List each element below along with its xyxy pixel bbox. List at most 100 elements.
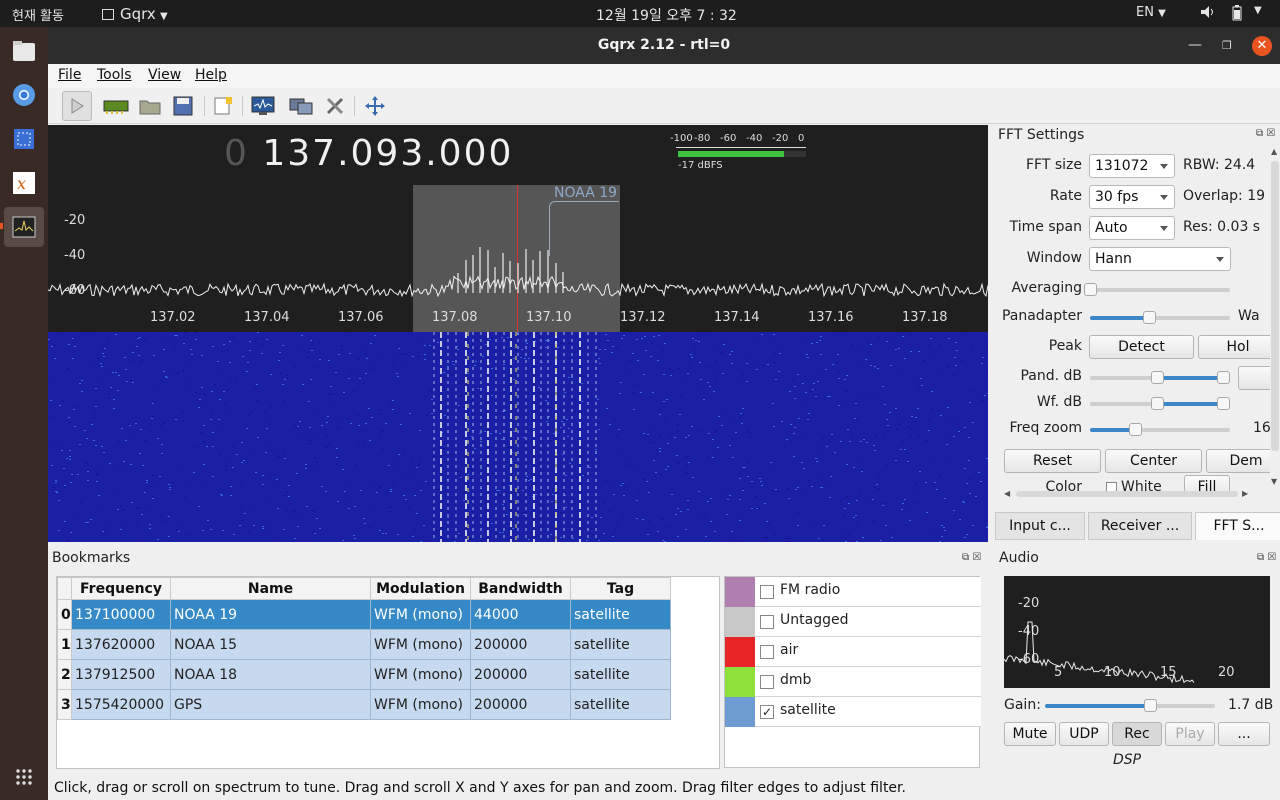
cell-bandwidth[interactable]: 200000: [470, 659, 571, 690]
start-dsp-button[interactable]: [62, 91, 92, 121]
play-button[interactable]: Play: [1165, 722, 1215, 746]
cell-name[interactable]: GPS: [170, 689, 371, 720]
table-row[interactable]: 0 137100000 NOAA 19 WFM (mono) 44000 sat…: [57, 599, 671, 630]
fullscreen-icon[interactable]: [362, 93, 388, 119]
bookmark-icon[interactable]: [210, 93, 236, 119]
peak-hold-button[interactable]: Hol: [1198, 335, 1270, 359]
cell-modulation[interactable]: WFM (mono): [370, 599, 471, 630]
reset-button[interactable]: Reset: [1004, 449, 1101, 473]
tag-item-dmb[interactable]: dmb: [725, 667, 981, 697]
peak-detect-button[interactable]: Detect: [1089, 335, 1194, 359]
dock-float-close-icons[interactable]: ⧉ ☒: [1256, 128, 1275, 139]
cell-modulation[interactable]: WFM (mono): [370, 629, 471, 660]
slider-handle-low[interactable]: [1151, 371, 1165, 384]
waterfall-db-range-slider[interactable]: [1090, 397, 1230, 410]
cell-bandwidth[interactable]: 200000: [470, 629, 571, 660]
cell-tag[interactable]: satellite: [570, 689, 671, 720]
column-header-bandwidth[interactable]: Bandwidth: [470, 577, 571, 600]
window-titlebar[interactable]: Gqrx 2.12 - rtl=0 — ❐ ✕: [48, 27, 1280, 64]
clock[interactable]: 12월 19일 오후 7 : 32: [596, 5, 737, 25]
menu-help[interactable]: Help: [195, 67, 227, 83]
column-header-tag[interactable]: Tag: [570, 577, 671, 600]
cell-tag[interactable]: satellite: [570, 599, 671, 630]
table-row[interactable]: 2 137912500 NOAA 18 WFM (mono) 200000 sa…: [57, 659, 671, 690]
tag-checkbox[interactable]: [760, 585, 774, 599]
scroll-left-icon[interactable]: ◀: [1004, 489, 1010, 498]
panadapter-slider[interactable]: [1090, 311, 1230, 324]
tag-item-untagged[interactable]: Untagged: [725, 607, 981, 637]
lock-db-button[interactable]: [1238, 366, 1270, 390]
menu-file[interactable]: File: [58, 67, 81, 83]
tab-receiver-options[interactable]: Receiver ...: [1088, 512, 1192, 540]
cell-frequency[interactable]: 137100000: [71, 599, 171, 630]
slider-handle-high[interactable]: [1217, 397, 1230, 410]
tab-fft-settings[interactable]: FFT S...: [1195, 512, 1280, 540]
cell-modulation[interactable]: WFM (mono): [370, 689, 471, 720]
scroll-right-icon[interactable]: ▶: [1242, 489, 1248, 498]
slider-handle[interactable]: [1084, 283, 1097, 296]
menu-view[interactable]: View: [148, 67, 181, 83]
horizontal-scrollbar[interactable]: ◀ ▶: [1004, 489, 1252, 499]
cell-frequency[interactable]: 1575420000: [71, 689, 171, 720]
math-app-icon[interactable]: x: [4, 163, 44, 203]
rate-combo[interactable]: 30 fps: [1089, 185, 1175, 209]
close-icon[interactable]: ✕: [1252, 27, 1272, 64]
waterfall-display[interactable]: [48, 332, 988, 542]
tools-icon[interactable]: [322, 93, 348, 119]
fft-size-combo[interactable]: 131072: [1089, 154, 1175, 178]
activities-button[interactable]: 현재 활동: [12, 5, 64, 24]
tag-item-air[interactable]: air: [725, 637, 981, 667]
system-menu-chevron-icon[interactable]: ▼: [1254, 5, 1262, 16]
app-menu[interactable]: Gqrx ▼: [102, 5, 168, 23]
slider-handle-high[interactable]: [1217, 371, 1230, 384]
demod-button[interactable]: Dem: [1206, 449, 1270, 473]
slider-handle[interactable]: [1128, 423, 1142, 436]
monitor-icon[interactable]: [250, 93, 276, 119]
cell-modulation[interactable]: WFM (mono): [370, 659, 471, 690]
tag-checkbox[interactable]: [760, 675, 774, 689]
cell-frequency[interactable]: 137912500: [71, 659, 171, 690]
bookmarks-table[interactable]: Frequency Name Modulation Bandwidth Tag …: [57, 577, 671, 720]
gqrx-icon[interactable]: [4, 207, 44, 247]
maximize-icon[interactable]: ❐: [1222, 27, 1232, 64]
vertical-scrollbar[interactable]: ▲ ▼: [1270, 147, 1280, 487]
column-header-frequency[interactable]: Frequency: [71, 577, 171, 600]
cell-name[interactable]: NOAA 19: [170, 599, 371, 630]
column-header-modulation[interactable]: Modulation: [370, 577, 471, 600]
tag-checkbox[interactable]: ✓: [760, 705, 774, 719]
tab-input-controls[interactable]: Input c...: [995, 512, 1085, 540]
volume-icon[interactable]: [1200, 5, 1216, 23]
cell-frequency[interactable]: 137620000: [71, 629, 171, 660]
menu-tools[interactable]: Tools: [97, 67, 132, 83]
cell-bandwidth[interactable]: 44000: [470, 599, 571, 630]
cell-name[interactable]: NOAA 18: [170, 659, 371, 690]
tag-item-satellite[interactable]: ✓ satellite: [725, 697, 981, 727]
save-icon[interactable]: [170, 93, 196, 119]
minimize-icon[interactable]: —: [1188, 27, 1202, 64]
tag-item-fm-radio[interactable]: FM radio: [725, 577, 981, 607]
language-selector[interactable]: EN ▼: [1136, 5, 1166, 20]
gain-slider[interactable]: [1045, 699, 1215, 712]
spectrum-plot[interactable]: 0 137.093.000 -100 -80 -60 -40 -20 0 -17 dBFS…: [48, 125, 988, 332]
tag-checkbox[interactable]: [760, 615, 774, 629]
dock-float-close-icons[interactable]: ⧉ ☒: [962, 552, 981, 563]
battery-icon[interactable]: [1231, 5, 1243, 25]
rec-button[interactable]: Rec: [1112, 722, 1162, 746]
cell-tag[interactable]: satellite: [570, 629, 671, 660]
audio-options-button[interactable]: ...: [1218, 722, 1270, 746]
mute-button[interactable]: Mute: [1004, 722, 1056, 746]
chromium-icon[interactable]: [4, 75, 44, 115]
cell-name[interactable]: NOAA 15: [170, 629, 371, 660]
window-combo[interactable]: Hann: [1089, 247, 1231, 271]
app-grid-icon[interactable]: [4, 757, 44, 797]
scroll-down-icon[interactable]: ▼: [1271, 477, 1277, 486]
slider-handle[interactable]: [1142, 311, 1156, 324]
dock-float-close-icons[interactable]: ⧉ ☒: [1257, 552, 1276, 563]
time-span-combo[interactable]: Auto: [1089, 216, 1175, 240]
open-folder-icon[interactable]: [137, 93, 163, 119]
slider-handle-low[interactable]: [1151, 397, 1165, 410]
scroll-up-icon[interactable]: ▲: [1271, 147, 1277, 156]
center-button[interactable]: Center: [1105, 449, 1202, 473]
cell-bandwidth[interactable]: 200000: [470, 689, 571, 720]
freq-zoom-slider[interactable]: [1090, 423, 1230, 436]
